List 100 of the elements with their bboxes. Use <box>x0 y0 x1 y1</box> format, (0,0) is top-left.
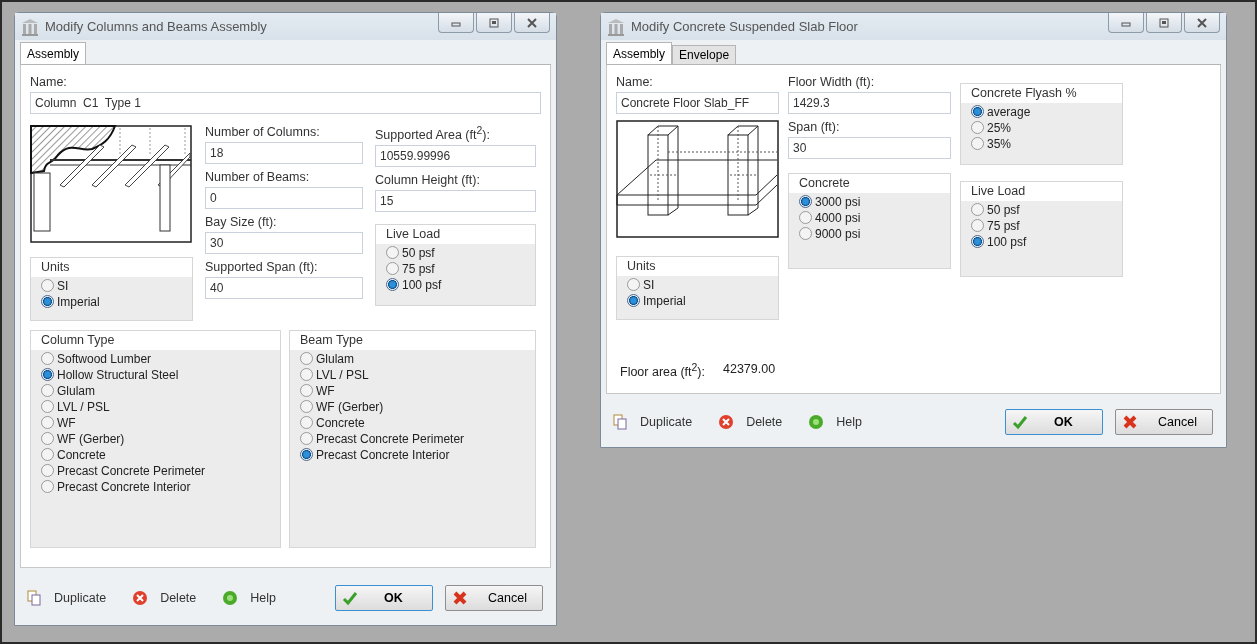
option-label: Concrete <box>316 415 365 430</box>
radio-option[interactable]: 50 psf <box>971 202 1114 217</box>
radio-button[interactable] <box>386 262 399 276</box>
radio-button[interactable] <box>627 294 640 307</box>
radio-option[interactable]: Concrete <box>41 447 272 462</box>
radio-button[interactable] <box>41 279 54 292</box>
radio-option[interactable]: Precast Concrete Interior <box>41 479 272 494</box>
radio-option[interactable]: Glulam <box>300 351 527 366</box>
option-label: 75 psf <box>402 261 435 276</box>
radio-button[interactable] <box>300 416 313 429</box>
radio-option[interactable]: 25% <box>971 120 1114 135</box>
cancel-button[interactable]: Cancel <box>445 584 543 611</box>
radio-button[interactable] <box>971 219 984 232</box>
text-field[interactable]: 18 <box>205 142 363 164</box>
ok-button[interactable]: OK <box>1005 408 1103 435</box>
radio-button[interactable] <box>300 368 313 381</box>
maximize-button[interactable] <box>1146 13 1182 33</box>
radio-button[interactable] <box>799 195 812 208</box>
radio-button[interactable] <box>971 203 984 216</box>
close-button[interactable] <box>514 13 550 33</box>
radio-option[interactable]: Glulam <box>41 383 272 398</box>
radio-button[interactable] <box>41 400 54 413</box>
radio-option[interactable]: 75 psf <box>386 261 527 277</box>
text-field[interactable]: Concrete Floor Slab_FF <box>616 92 779 114</box>
radio-button[interactable] <box>971 105 984 118</box>
tab[interactable]: Assembly <box>606 42 672 64</box>
radio-option[interactable]: 50 psf <box>386 245 527 261</box>
radio-option[interactable]: 9000 psi <box>799 226 942 241</box>
text-field[interactable]: 40 <box>205 277 363 299</box>
help-button[interactable]: Help <box>808 413 862 430</box>
radio-option[interactable]: 3000 psi <box>799 194 942 209</box>
radio-option[interactable]: WF (Gerber) <box>41 431 272 446</box>
duplicate-button[interactable]: Duplicate <box>26 589 107 606</box>
delete-button[interactable]: Delete <box>132 589 197 606</box>
radio-option[interactable]: 4000 psi <box>799 210 942 225</box>
text-field[interactable]: 30 <box>788 137 951 159</box>
radio-option[interactable]: 100 psf <box>386 277 527 293</box>
minimize-button[interactable] <box>1108 13 1144 33</box>
radio-option[interactable]: LVL / PSL <box>41 399 272 414</box>
radio-option[interactable]: Precast Concrete Perimeter <box>41 463 272 478</box>
radio-button[interactable] <box>41 432 54 445</box>
radio-button[interactable] <box>41 295 54 308</box>
option-label: WF (Gerber) <box>57 431 125 446</box>
radio-button[interactable] <box>971 137 984 150</box>
cancel-button[interactable]: Cancel <box>1115 408 1213 435</box>
radio-button[interactable] <box>386 278 399 292</box>
close-button[interactable] <box>1184 13 1220 33</box>
delete-button[interactable]: Delete <box>718 413 783 430</box>
radio-option[interactable]: Imperial <box>41 294 184 309</box>
text-field[interactable]: 15 <box>375 190 536 213</box>
radio-option[interactable]: 100 psf <box>971 234 1114 249</box>
radio-button[interactable] <box>41 384 54 397</box>
tab[interactable]: Envelope <box>672 45 737 64</box>
radio-option[interactable]: 75 psf <box>971 218 1114 233</box>
radio-button[interactable] <box>41 368 54 381</box>
radio-option[interactable]: Imperial <box>627 293 770 308</box>
radio-button[interactable] <box>300 400 313 413</box>
duplicate-button[interactable]: Duplicate <box>612 413 693 430</box>
text-field[interactable]: 10559.99996 <box>375 145 536 168</box>
radio-button[interactable] <box>799 211 812 224</box>
radio-option[interactable]: Softwood Lumber <box>41 351 272 366</box>
radio-button[interactable] <box>300 448 313 461</box>
help-button[interactable]: Help <box>222 589 276 606</box>
radio-option[interactable]: Hollow Structural Steel <box>41 367 272 382</box>
text-field[interactable]: 30 <box>205 232 363 254</box>
radio-button[interactable] <box>300 352 313 365</box>
radio-option[interactable]: WF (Gerber) <box>300 399 527 414</box>
radio-button[interactable] <box>300 432 313 445</box>
radio-button[interactable] <box>41 448 54 461</box>
radio-option[interactable]: LVL / PSL <box>300 367 527 382</box>
text-field[interactable]: 1429.3 <box>788 92 951 114</box>
text-field[interactable]: Column C1 Type 1 <box>30 92 541 114</box>
radio-button[interactable] <box>971 121 984 134</box>
radio-button[interactable] <box>799 227 812 240</box>
option-label: WF <box>316 383 335 398</box>
radio-button[interactable] <box>300 384 313 397</box>
radio-button[interactable] <box>41 352 54 365</box>
radio-option[interactable]: SI <box>41 278 184 293</box>
radio-button[interactable] <box>386 246 399 260</box>
maximize-button[interactable] <box>476 13 512 33</box>
tab[interactable]: Assembly <box>20 42 86 64</box>
ok-button[interactable]: OK <box>335 584 433 611</box>
radio-option[interactable]: 35% <box>971 136 1114 151</box>
radio-button[interactable] <box>41 464 54 477</box>
radio-option[interactable]: SI <box>627 277 770 292</box>
radio-button[interactable] <box>627 278 640 291</box>
option-label: 9000 psi <box>815 226 861 241</box>
radio-option[interactable]: average <box>971 104 1114 119</box>
window-title: Modify Columns and Beams Assembly <box>45 19 268 34</box>
radio-option[interactable]: Precast Concrete Perimeter <box>300 431 527 446</box>
maximize-icon <box>1158 16 1170 29</box>
minimize-button[interactable] <box>438 13 474 33</box>
radio-button[interactable] <box>41 416 54 429</box>
radio-option[interactable]: Concrete <box>300 415 527 430</box>
radio-option[interactable]: Precast Concrete Interior <box>300 447 527 462</box>
radio-option[interactable]: WF <box>41 415 272 430</box>
text-field[interactable]: 0 <box>205 187 363 209</box>
radio-button[interactable] <box>971 235 984 248</box>
radio-button[interactable] <box>41 480 54 493</box>
radio-option[interactable]: WF <box>300 383 527 398</box>
